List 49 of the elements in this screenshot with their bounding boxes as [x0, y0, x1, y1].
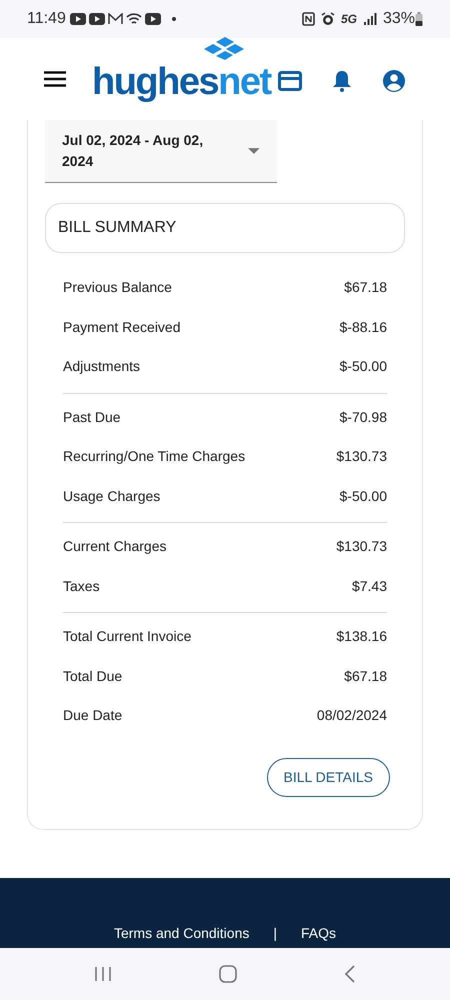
row-amount: $67.18	[344, 666, 387, 686]
credit-card-icon[interactable]	[278, 71, 302, 91]
menu-icon[interactable]	[44, 71, 66, 87]
section-header: BILL SUMMARY	[45, 203, 405, 253]
row-label: Usage Charges	[63, 486, 160, 506]
date-range-dropdown[interactable]: Jul 02, 2024 - Aug 02, 2024	[45, 120, 277, 183]
row-label: Adjustments	[63, 357, 140, 376]
row-amount: $-50.00	[340, 357, 387, 376]
battery-percent: 33%	[382, 9, 415, 29]
network-type: 5G	[340, 11, 357, 28]
row-amount: $-70.98	[340, 408, 387, 427]
signal-icon	[362, 12, 377, 26]
wifi-icon	[126, 12, 142, 26]
alarm-icon	[320, 12, 335, 26]
mail-icon	[108, 13, 123, 25]
nfc-icon	[302, 12, 315, 26]
account-icon[interactable]	[382, 69, 406, 93]
row-label: Previous Balance	[63, 278, 172, 298]
status-time: 11:49	[27, 9, 66, 29]
row-amount: $-88.16	[340, 318, 387, 337]
row-amount: 08/02/2024	[316, 706, 387, 726]
bell-icon[interactable]	[332, 70, 352, 92]
row-amount: $7.43	[352, 576, 387, 596]
footer-link[interactable]: Terms and Conditions	[114, 923, 250, 944]
footer-link[interactable]: FAQs	[301, 923, 336, 944]
row-amount: $67.18	[344, 278, 387, 298]
row-label: Due Date	[63, 706, 122, 726]
link-separator: |	[272, 924, 278, 943]
bill-details-button[interactable]: BILL DETAILS	[266, 758, 390, 796]
back-icon[interactable]	[344, 965, 356, 983]
home-icon[interactable]	[218, 965, 237, 983]
battery-icon	[415, 12, 423, 26]
row-label: Past Due	[63, 408, 121, 427]
video-app-icon	[144, 12, 161, 26]
row-amount: $130.73	[336, 537, 387, 556]
row-label: Taxes	[63, 576, 100, 596]
row-amount: $130.73	[336, 447, 387, 466]
recent-apps-icon[interactable]	[94, 966, 112, 982]
caret-icon	[248, 148, 260, 154]
row-label: Recurring/One Time Charges	[63, 447, 246, 466]
row-label: Payment Received	[63, 318, 181, 337]
row-label: Total Current Invoice	[63, 627, 192, 646]
video-app-icon	[88, 12, 105, 26]
row-amount: $-50.00	[340, 486, 387, 506]
row-label: Total Due	[63, 666, 122, 686]
row-amount: $138.16	[336, 627, 387, 646]
row-label: Current Charges	[63, 537, 166, 556]
video-app-icon	[70, 12, 86, 26]
logo: hughesnet	[92, 63, 271, 101]
